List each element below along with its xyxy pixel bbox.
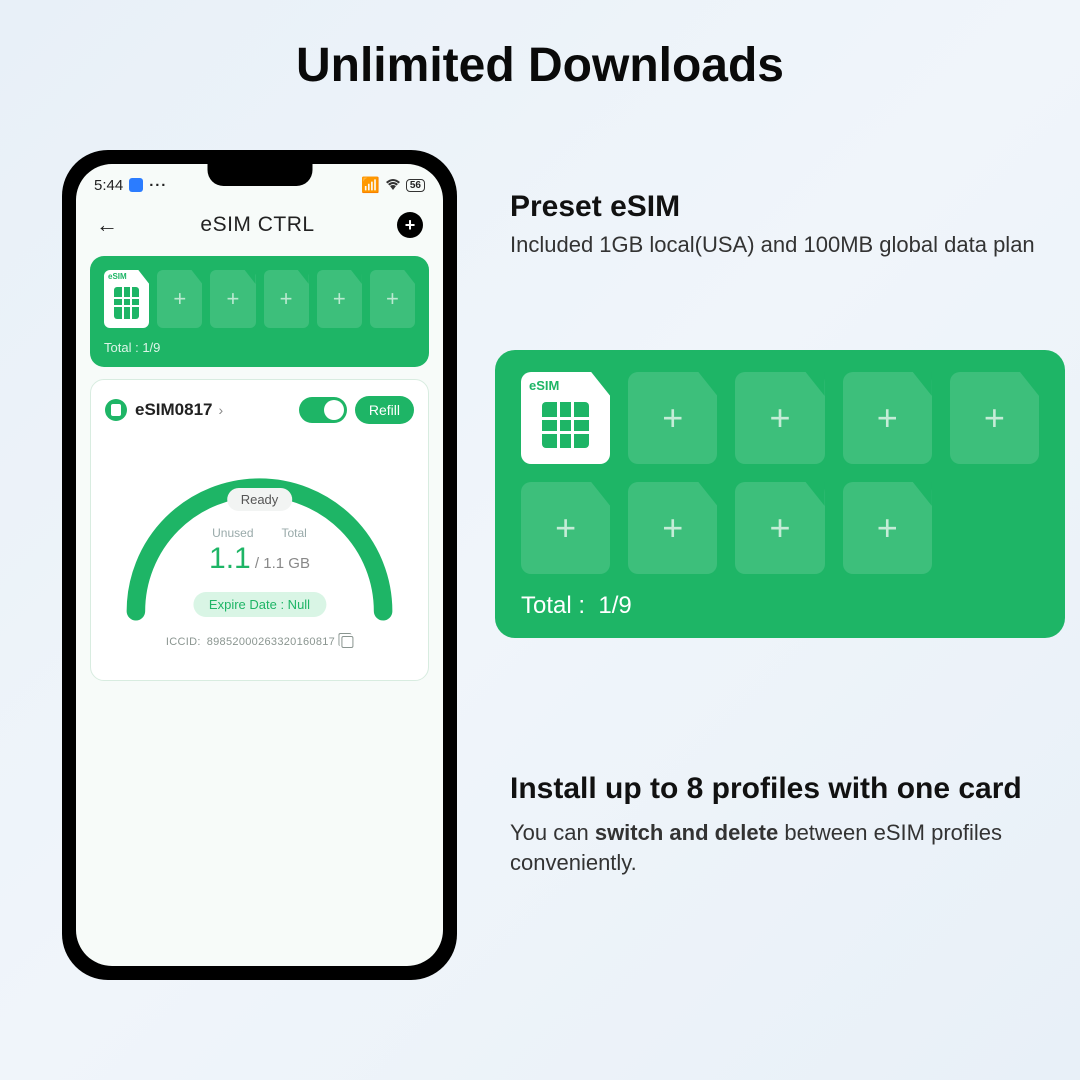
plus-icon: + (280, 286, 293, 312)
usage-gauge: Ready Unused Total 1.1 / 1.1 GB Expire D… (105, 444, 414, 664)
add-button[interactable]: + (397, 212, 423, 238)
preset-title: Preset eSIM (510, 190, 1050, 224)
expire-pill: Expire Date : Null (193, 592, 326, 617)
iccid-row[interactable]: ICCID:89852000263320160817 (166, 636, 353, 648)
plus-icon: + (173, 286, 186, 312)
esim-name[interactable]: eSIM0817 (135, 400, 213, 420)
plus-icon: + (877, 397, 898, 439)
back-button[interactable]: ← (96, 212, 118, 238)
big-slot-empty[interactable]: + (735, 372, 824, 464)
sim-chip-icon (542, 402, 588, 448)
big-slot-empty[interactable]: + (843, 372, 932, 464)
sim-slot-active[interactable]: eSIM (104, 270, 149, 328)
phone-notch (207, 164, 312, 186)
chevron-right-icon: › (219, 402, 224, 418)
usage-value: 1.1 / 1.1 GB (175, 542, 345, 576)
status-app-indicator (129, 178, 143, 192)
plus-icon: + (662, 507, 683, 549)
plus-icon: + (769, 397, 790, 439)
esim-toggle[interactable] (299, 397, 347, 423)
unused-label: Unused (212, 526, 253, 540)
phone-frame: 5:44 ··· 📶 56 ← eSIM CTRL + eSIM (62, 150, 457, 980)
profiles-card: eSIM + + + + + + + + Total : 1/9 (495, 350, 1065, 638)
refill-button[interactable]: Refill (355, 396, 414, 424)
esim-detail-card: eSIM0817 › Refill Ready Unused Total (90, 379, 429, 681)
sim-slot-empty[interactable]: + (370, 270, 415, 328)
big-slot-empty[interactable]: + (628, 372, 717, 464)
big-slot-active[interactable]: eSIM (521, 372, 610, 464)
plus-icon: + (333, 286, 346, 312)
status-time: 5:44 (94, 177, 123, 194)
plus-icon: + (555, 507, 576, 549)
preset-body: Included 1GB local(USA) and 100MB global… (510, 230, 1050, 260)
profiles-body: You can switch and delete between eSIM p… (510, 818, 1050, 880)
plus-icon: + (769, 507, 790, 549)
battery-icon: 56 (406, 179, 425, 192)
profiles-section: Install up to 8 profiles with one card Y… (510, 770, 1050, 879)
esim-label: eSIM (108, 272, 127, 281)
big-slot-empty[interactable]: + (843, 482, 932, 574)
big-slot-empty[interactable]: + (735, 482, 824, 574)
big-slot-empty[interactable]: + (628, 482, 717, 574)
total-label: Total (282, 526, 307, 540)
plus-icon: + (984, 397, 1005, 439)
profiles-title: Install up to 8 profiles with one card (510, 770, 1050, 808)
sim-icon (105, 399, 127, 421)
wifi-icon (385, 177, 401, 194)
page-title: Unlimited Downloads (0, 0, 1080, 93)
plus-icon: + (662, 397, 683, 439)
big-slot-empty[interactable]: + (950, 372, 1039, 464)
plus-icon: + (227, 286, 240, 312)
phone-screen: 5:44 ··· 📶 56 ← eSIM CTRL + eSIM (76, 164, 443, 966)
sim-tray-card: eSIM + + + + + Total : 1/9 (90, 256, 429, 367)
sim-slot-empty[interactable]: + (317, 270, 362, 328)
sim-slot-empty[interactable]: + (157, 270, 202, 328)
app-header: ← eSIM CTRL + (76, 198, 443, 248)
sim-slot-empty[interactable]: + (210, 270, 255, 328)
big-card-total: Total : 1/9 (521, 592, 1039, 620)
sim-slot-empty[interactable]: + (264, 270, 309, 328)
status-pill: Ready (227, 488, 293, 511)
plus-icon: + (386, 286, 399, 312)
signal-icon: 📶 (361, 176, 380, 194)
preset-section: Preset eSIM Included 1GB local(USA) and … (510, 190, 1050, 260)
sim-chip-icon (114, 287, 139, 319)
tray-total: Total : 1/9 (104, 340, 415, 355)
esim-label: eSIM (529, 378, 559, 393)
big-slot-empty[interactable]: + (521, 482, 610, 574)
status-more-icon: ··· (149, 177, 167, 194)
plus-icon: + (877, 507, 898, 549)
app-title: eSIM CTRL (200, 213, 314, 237)
copy-icon[interactable] (341, 636, 353, 648)
